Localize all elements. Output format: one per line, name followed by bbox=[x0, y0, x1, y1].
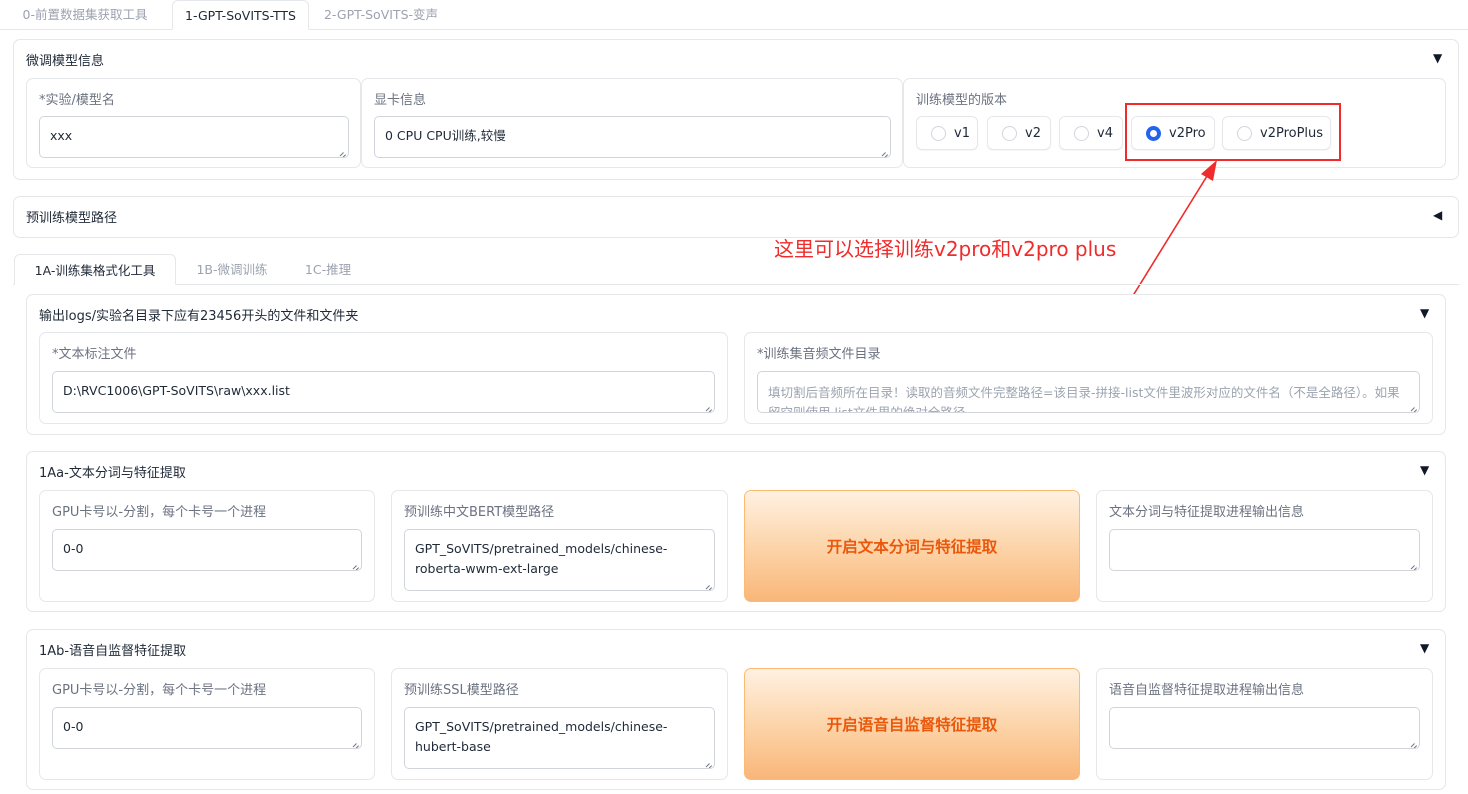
gpu-info-label: 显卡信息 bbox=[374, 93, 427, 108]
text-label-file-label: *文本标注文件 bbox=[52, 347, 137, 362]
gpu-ids-input[interactable]: 0-0 bbox=[52, 529, 362, 571]
model-version-label: 训练模型的版本 bbox=[916, 93, 1008, 108]
ssl-output-textarea[interactable] bbox=[1109, 707, 1420, 749]
resize-grip-icon[interactable] bbox=[880, 147, 888, 155]
ssl-gpu-ids-value: 0-0 bbox=[63, 719, 84, 734]
output-panel-title: 输出logs/实验名目录下应有23456开头的文件和文件夹 bbox=[39, 309, 359, 324]
pretrained-panel-title: 预训练模型路径 bbox=[26, 211, 118, 226]
text-label-file-input[interactable]: D:\RVC1006\GPT-SoVITS\raw\xxx.list bbox=[52, 371, 715, 413]
version-option-label: v1 bbox=[954, 125, 970, 141]
resize-grip-icon[interactable] bbox=[704, 402, 712, 410]
tab-gpt-sovits-tts[interactable]: 1-GPT-SoVITS-TTS bbox=[172, 0, 309, 30]
ssl-path-label: 预训练SSL模型路径 bbox=[404, 683, 519, 698]
version-option-v2[interactable]: v2 bbox=[987, 116, 1051, 150]
gpu-ids-value: 0-0 bbox=[63, 541, 84, 556]
annotation-text: 这里可以选择训练v2pro和v2pro plus bbox=[774, 237, 1117, 261]
tokenize-output-label: 文本分词与特征提取进程输出信息 bbox=[1109, 505, 1305, 520]
resize-grip-icon[interactable] bbox=[1409, 402, 1417, 410]
pretrained-path-panel[interactable] bbox=[13, 196, 1459, 238]
subtab-dataset-format[interactable]: 1A-训练集格式化工具 bbox=[14, 254, 176, 285]
resize-grip-icon[interactable] bbox=[351, 738, 359, 746]
tab-dataset-tools[interactable]: 0-前置数据集获取工具 bbox=[4, 0, 166, 30]
panel-1ab-collapse-icon[interactable]: ▼ bbox=[1420, 641, 1429, 655]
panel-1aa-collapse-icon[interactable]: ▼ bbox=[1420, 463, 1429, 477]
finetune-panel-collapse-icon[interactable]: ▼ bbox=[1433, 51, 1442, 65]
ssl-path-input[interactable]: GPT_SoVITS/pretrained_models/chinese-hub… bbox=[404, 707, 715, 769]
audio-dir-input[interactable]: 填切割后音频所在目录！读取的音频文件完整路径=该目录-拼接-list文件里波形对… bbox=[757, 371, 1420, 413]
ssl-path-value: GPT_SoVITS/pretrained_models/chinese-hub… bbox=[415, 719, 668, 754]
version-option-v4[interactable]: v4 bbox=[1059, 116, 1123, 150]
radio-unchecked-icon bbox=[1074, 125, 1089, 141]
subtab-inference[interactable]: 1C-推理 bbox=[290, 254, 366, 285]
radio-unchecked-icon bbox=[1002, 125, 1017, 141]
ssl-gpu-ids-input[interactable]: 0-0 bbox=[52, 707, 362, 749]
panel-1aa-title: 1Aa-文本分词与特征提取 bbox=[39, 466, 186, 481]
text-label-file-value: D:\RVC1006\GPT-SoVITS\raw\xxx.list bbox=[63, 383, 290, 398]
bert-path-label: 预训练中文BERT模型路径 bbox=[404, 505, 555, 520]
gpu-info-input[interactable]: 0 CPU CPU训练,较慢 bbox=[374, 116, 891, 158]
resize-grip-icon[interactable] bbox=[704, 758, 712, 766]
bert-path-value: GPT_SoVITS/pretrained_models/chinese-rob… bbox=[415, 541, 668, 576]
tokenize-output-textarea[interactable] bbox=[1109, 529, 1420, 571]
radio-unchecked-icon bbox=[931, 125, 946, 141]
version-option-label: v2 bbox=[1025, 125, 1041, 141]
exp-name-input[interactable]: xxx bbox=[39, 116, 349, 158]
version-option-v1[interactable]: v1 bbox=[916, 116, 978, 150]
ssl-gpu-ids-label: GPU卡号以-分割，每个卡号一个进程 bbox=[52, 683, 267, 698]
finetune-panel-title: 微调模型信息 bbox=[26, 54, 105, 69]
resize-grip-icon[interactable] bbox=[1409, 738, 1417, 746]
tab-gpt-sovits-voice-change[interactable]: 2-GPT-SoVITS-变声 bbox=[314, 0, 448, 30]
subtab-finetune-train[interactable]: 1B-微调训练 bbox=[182, 254, 282, 285]
resize-grip-icon[interactable] bbox=[351, 560, 359, 568]
version-option-label: v4 bbox=[1097, 125, 1113, 141]
ssl-output-label: 语音自监督特征提取进程输出信息 bbox=[1109, 683, 1305, 698]
gpu-info-value: 0 CPU CPU训练,较慢 bbox=[385, 128, 506, 143]
resize-grip-icon[interactable] bbox=[1409, 560, 1417, 568]
start-text-tokenize-button[interactable]: 开启文本分词与特征提取 bbox=[744, 490, 1080, 602]
output-panel-collapse-icon[interactable]: ▼ bbox=[1420, 306, 1429, 320]
exp-name-label: *实验/模型名 bbox=[39, 93, 115, 108]
resize-grip-icon[interactable] bbox=[338, 147, 346, 155]
audio-dir-placeholder: 填切割后音频所在目录！读取的音频文件完整路径=该目录-拼接-list文件里波形对… bbox=[768, 385, 1400, 413]
start-ssl-extract-button[interactable]: 开启语音自监督特征提取 bbox=[744, 668, 1080, 780]
audio-dir-label: *训练集音频文件目录 bbox=[757, 347, 881, 362]
pretrained-panel-expand-icon[interactable]: ◀ bbox=[1433, 208, 1442, 222]
bert-path-input[interactable]: GPT_SoVITS/pretrained_models/chinese-rob… bbox=[404, 529, 715, 591]
panel-1ab-title: 1Ab-语音自监督特征提取 bbox=[39, 644, 187, 659]
resize-grip-icon[interactable] bbox=[704, 580, 712, 588]
gpu-ids-label: GPU卡号以-分割，每个卡号一个进程 bbox=[52, 505, 267, 520]
exp-name-value: xxx bbox=[50, 128, 73, 143]
